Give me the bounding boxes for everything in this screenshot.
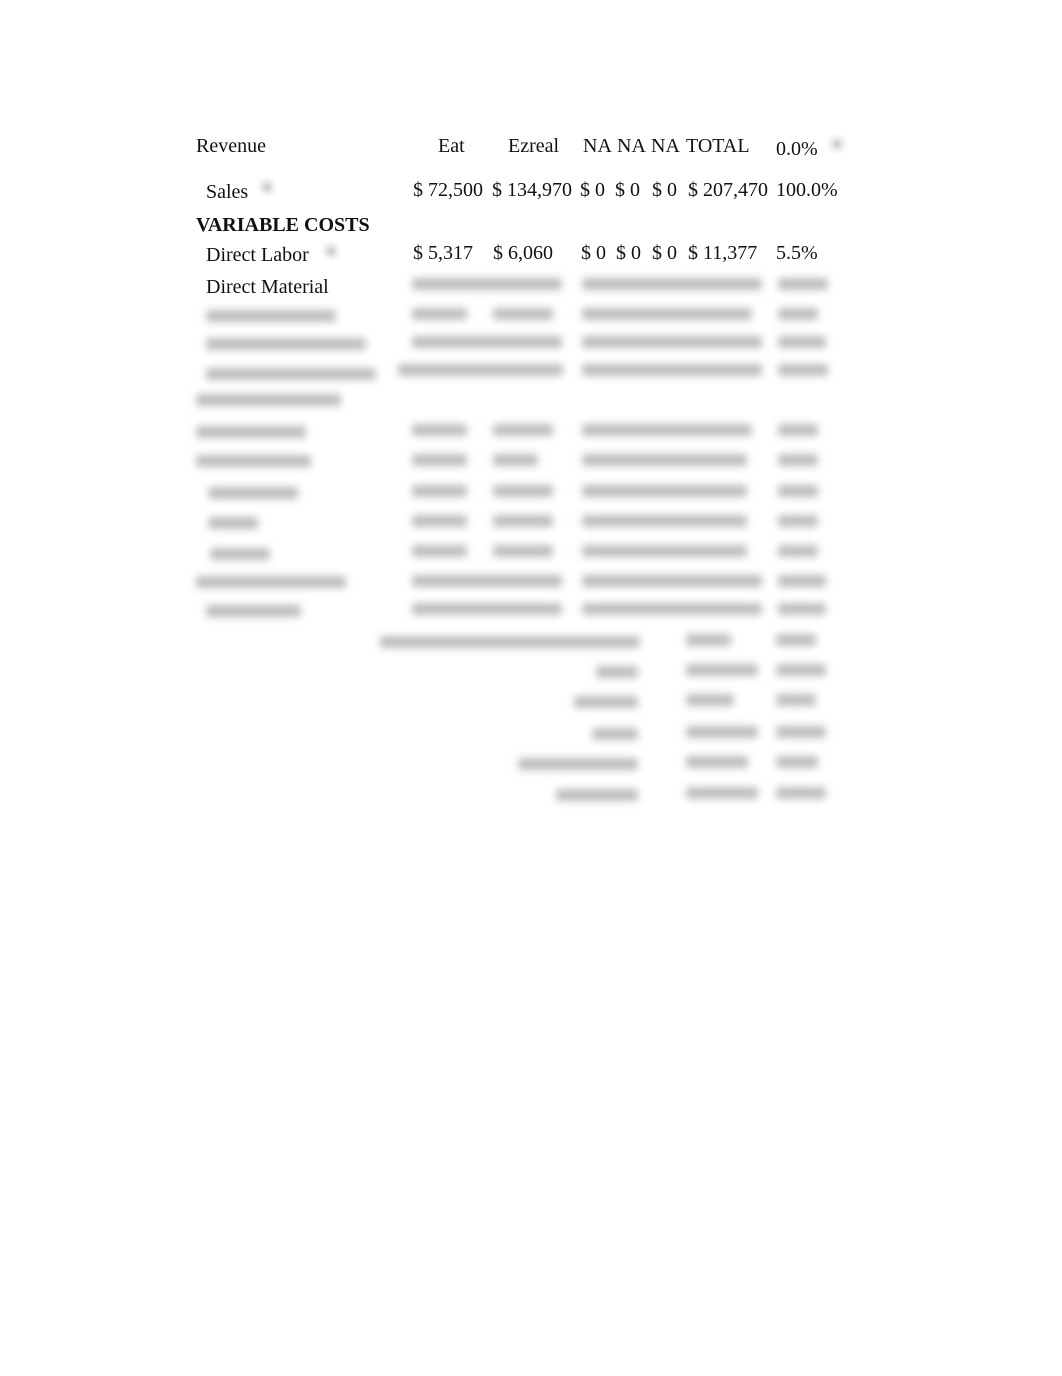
blurred-content-region	[0, 0, 1062, 820]
